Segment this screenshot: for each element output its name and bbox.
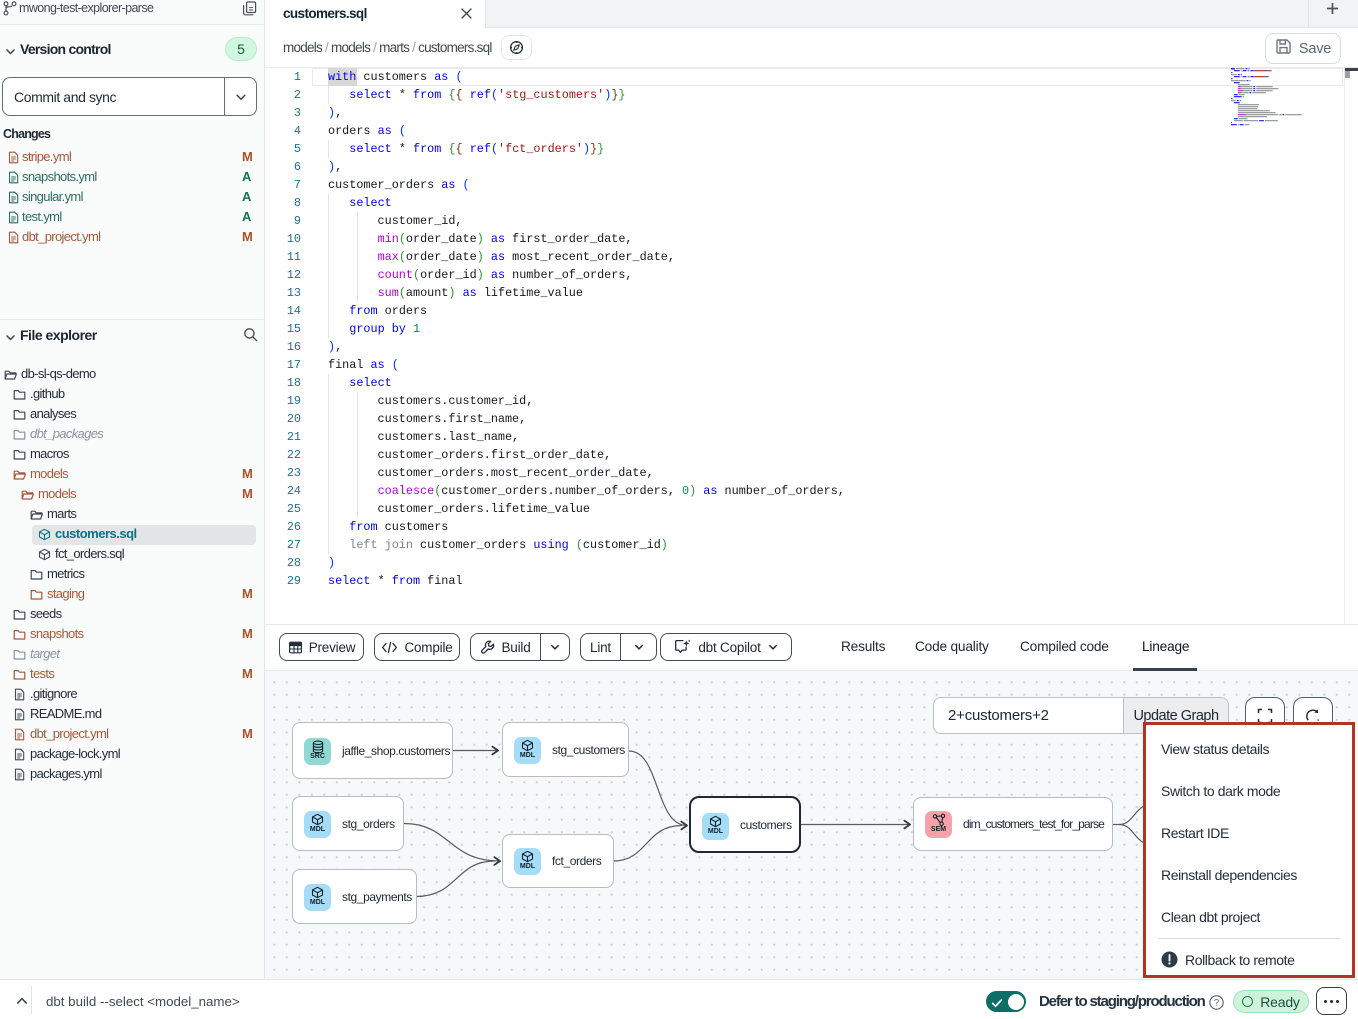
svg-text:?: ?: [1214, 998, 1219, 1009]
